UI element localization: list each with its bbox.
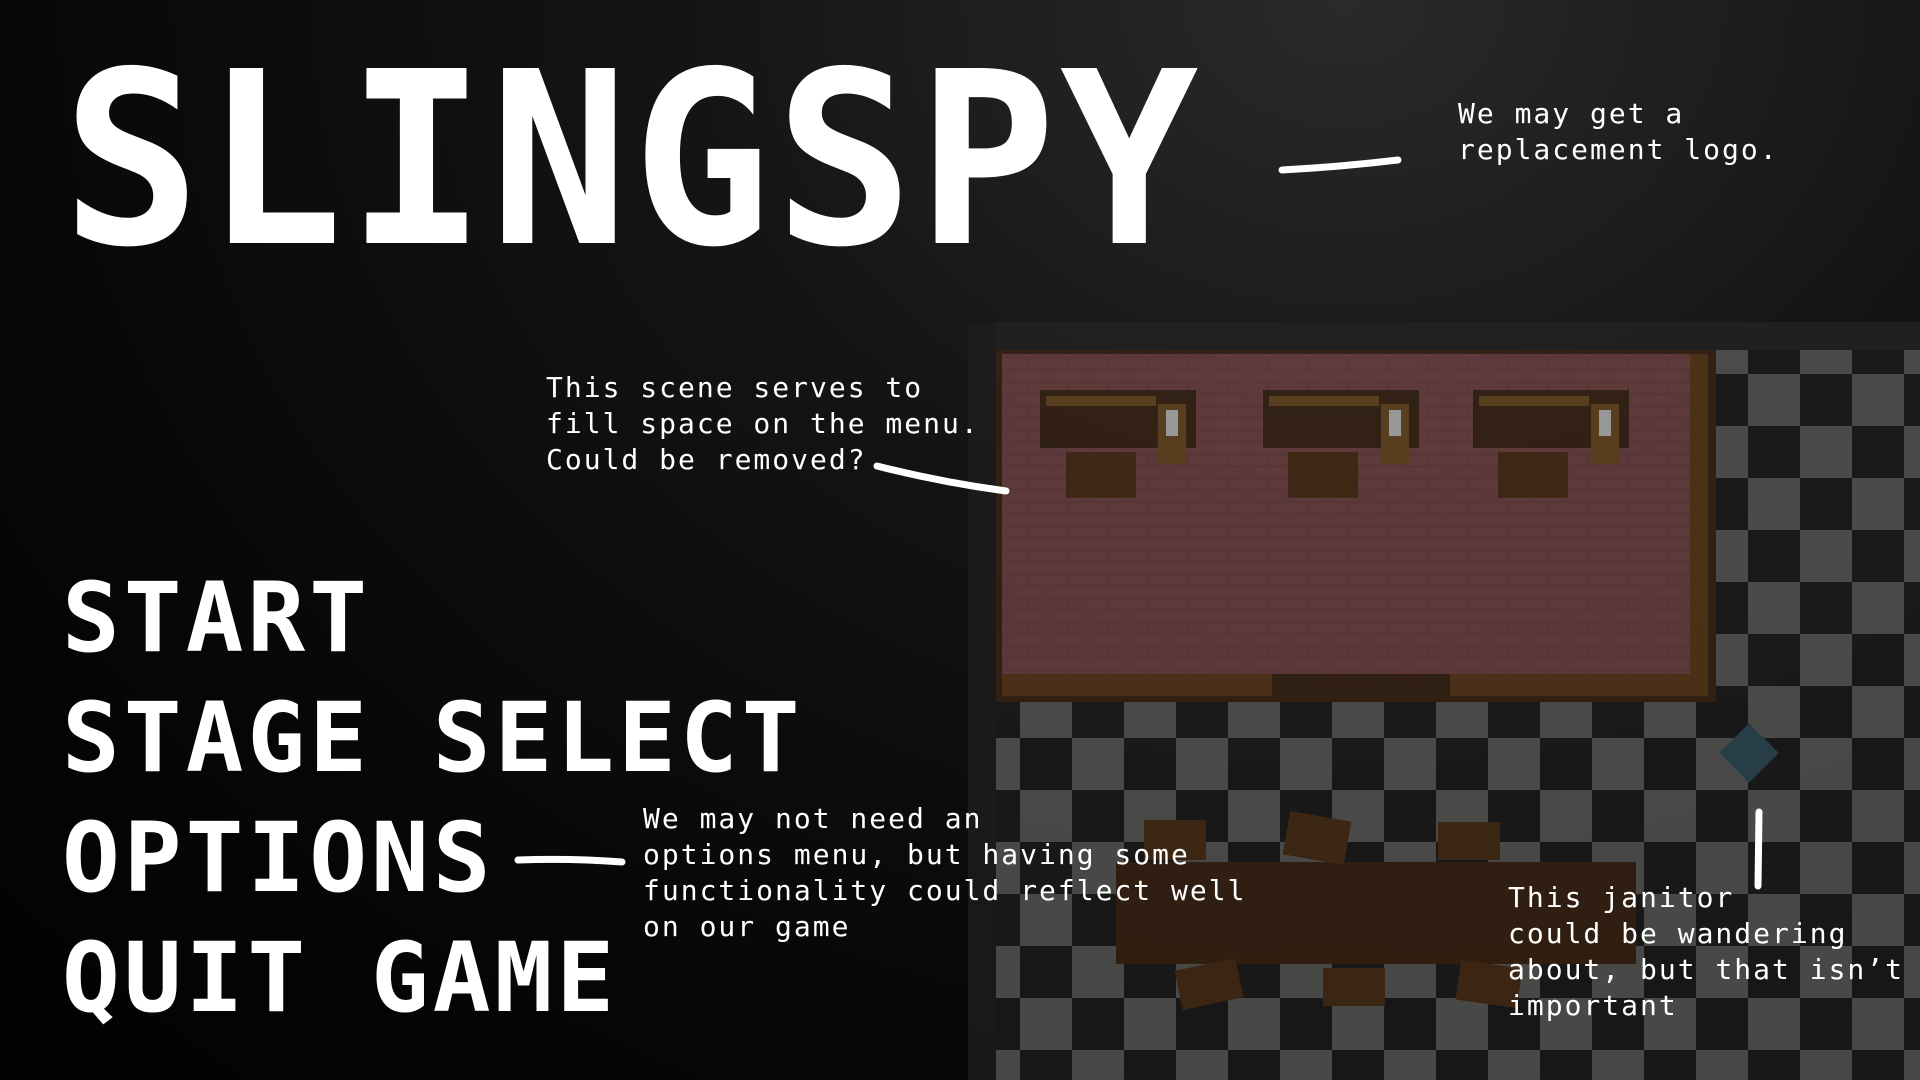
annotation-janitor-note: This janitor could be wandering about, b… — [1508, 881, 1905, 1022]
game-title-logo: SLINGSPY — [62, 20, 1203, 300]
logo-connector-stroke — [1278, 156, 1402, 174]
annotation-options-note: We may not need an options menu, but hav… — [643, 802, 1247, 943]
menu-item-stage-select[interactable]: STAGE SELECT — [62, 678, 804, 798]
annotation-scene-note: This scene serves to fill space on the m… — [546, 371, 980, 476]
menu-item-start[interactable]: START — [62, 558, 804, 678]
main-menu: START STAGE SELECT OPTIONS QUIT GAME — [62, 558, 804, 1038]
annotation-logo-note: We may get a replacement logo. — [1458, 97, 1779, 166]
